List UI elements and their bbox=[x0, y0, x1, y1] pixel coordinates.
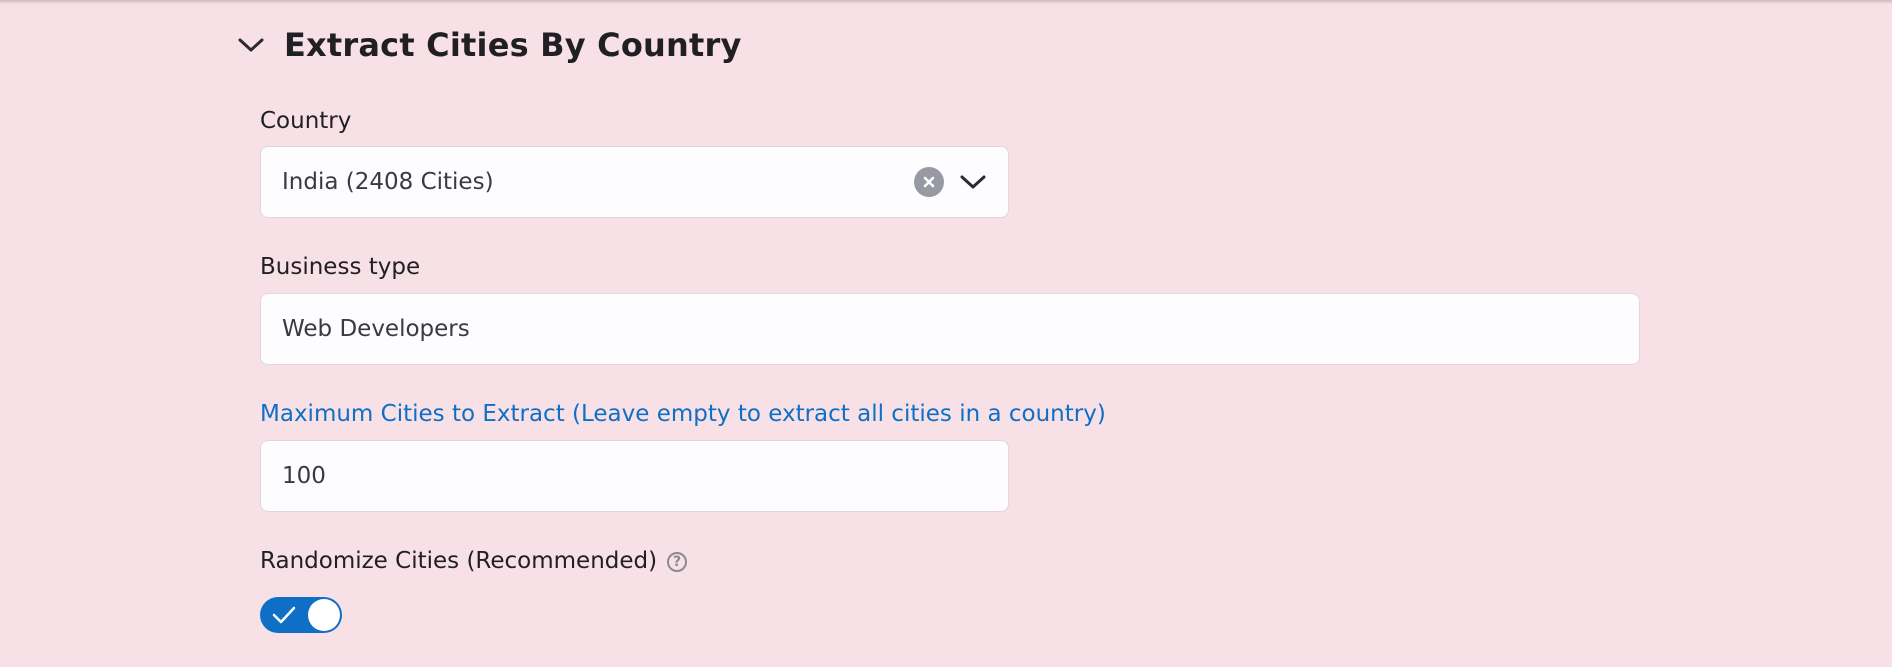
business-type-label: Business type bbox=[260, 254, 421, 280]
country-value: India (2408 Cities) bbox=[282, 169, 494, 195]
max-cities-value: 100 bbox=[282, 463, 326, 489]
country-label: Country bbox=[260, 108, 352, 134]
checkmark-icon bbox=[272, 606, 296, 628]
select-controls bbox=[914, 147, 988, 217]
max-cities-label: Maximum Cities to Extract (Leave empty t… bbox=[260, 401, 1106, 427]
business-type-value: Web Developers bbox=[282, 316, 470, 342]
business-type-input[interactable]: Web Developers bbox=[260, 293, 1640, 365]
help-icon[interactable]: ? bbox=[667, 551, 688, 572]
section-header[interactable]: Extract Cities By Country bbox=[236, 26, 742, 64]
max-cities-input[interactable]: 100 bbox=[260, 440, 1009, 512]
toggle-knob bbox=[308, 599, 340, 631]
randomize-label-row: Randomize Cities (Recommended)? bbox=[260, 548, 688, 574]
top-shadow bbox=[0, 0, 1892, 4]
chevron-down-icon[interactable] bbox=[958, 167, 988, 197]
country-select[interactable]: India (2408 Cities) bbox=[260, 146, 1009, 218]
chevron-down-icon[interactable] bbox=[236, 30, 266, 60]
randomize-label: Randomize Cities (Recommended) bbox=[260, 548, 658, 574]
section-title: Extract Cities By Country bbox=[284, 26, 742, 64]
clear-icon[interactable] bbox=[914, 167, 944, 197]
randomize-toggle[interactable] bbox=[260, 597, 342, 633]
